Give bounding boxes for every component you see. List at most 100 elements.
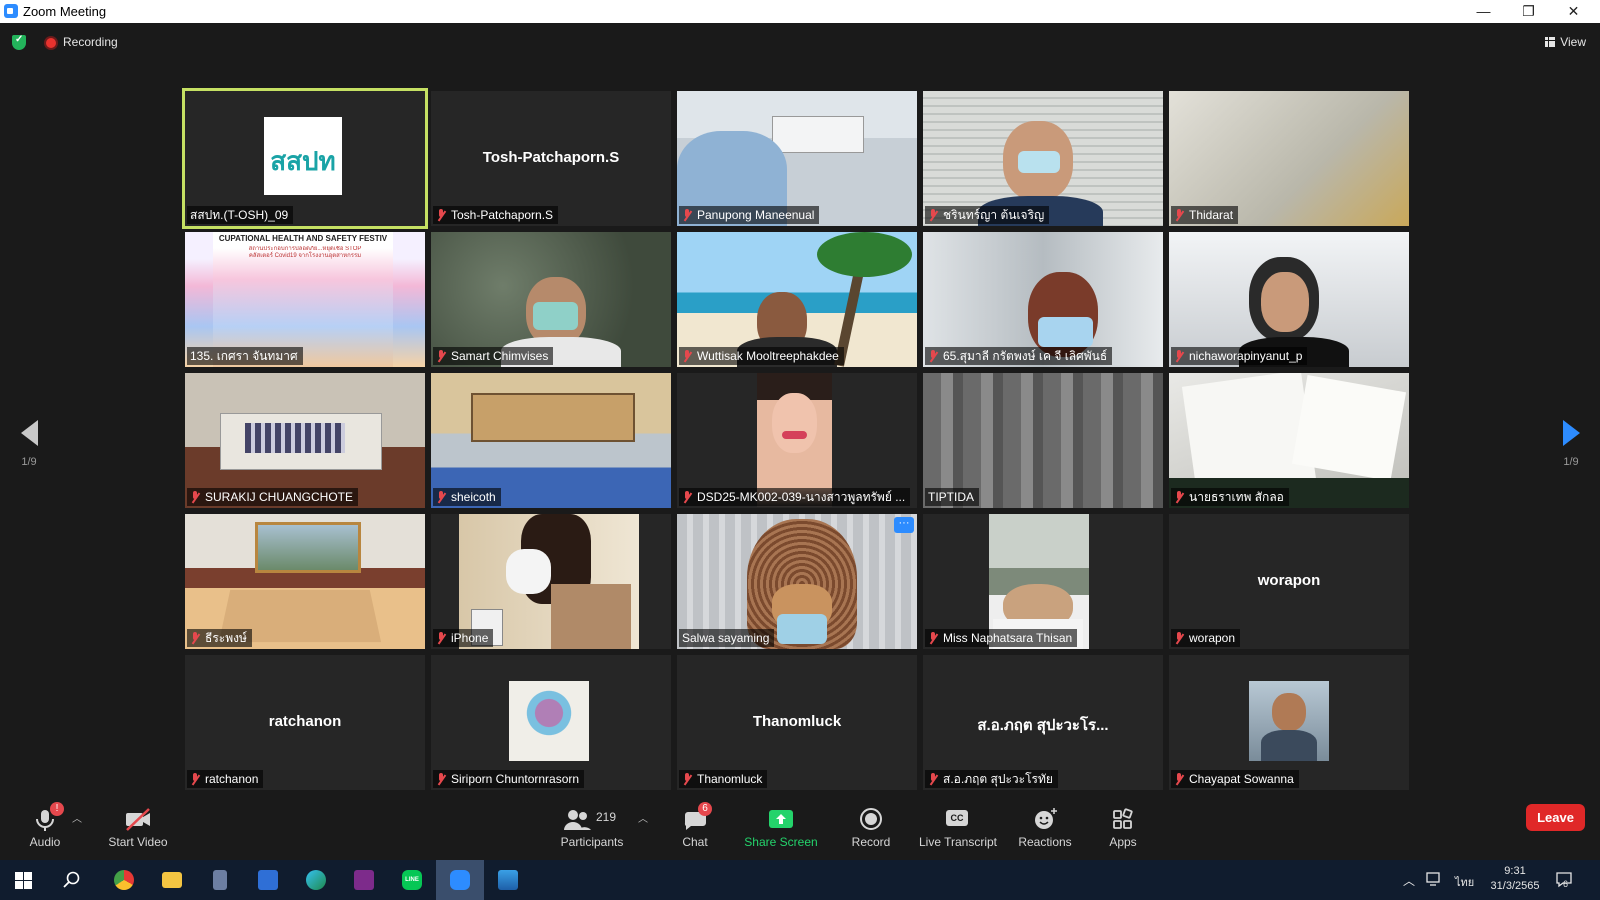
- participant-tile[interactable]: worapon worapon: [1169, 514, 1409, 649]
- edge-icon[interactable]: [292, 860, 340, 900]
- participant-tile[interactable]: Siriporn Chuntornrasorn: [431, 655, 671, 790]
- participant-name-caption: sheicoth: [433, 488, 501, 506]
- participant-tile[interactable]: ··· Salwa sayaming: [677, 514, 917, 649]
- participant-tile[interactable]: ธีระพงษ์: [185, 514, 425, 649]
- participant-name: iPhone: [451, 631, 489, 645]
- input-language[interactable]: ไทย: [1455, 873, 1474, 891]
- photos-app-icon[interactable]: [484, 860, 532, 900]
- participant-display-name: worapon: [1257, 572, 1321, 589]
- participants-count: 219: [596, 810, 617, 824]
- zoom-taskbar-icon[interactable]: [436, 860, 484, 900]
- participant-name-caption: Wuttisak Mooltreephakdee: [679, 347, 844, 365]
- participants-options-chevron-icon[interactable]: ︿: [636, 810, 650, 825]
- network-icon[interactable]: [1426, 871, 1442, 890]
- calculator-icon[interactable]: [196, 860, 244, 900]
- record-button[interactable]: Record: [846, 806, 896, 849]
- participant-tile[interactable]: iPhone: [431, 514, 671, 649]
- participant-tile[interactable]: ชรินทร์ญา ต้นเจริญ: [923, 91, 1163, 226]
- restore-button[interactable]: ❐: [1506, 0, 1551, 23]
- participant-tile[interactable]: สสปทสสปท.(T-OSH)_09: [182, 88, 428, 229]
- participant-tile[interactable]: SURAKIJ CHUANGCHOTE: [185, 373, 425, 508]
- participant-tile[interactable]: นายธราเทพ สักลอ: [1169, 373, 1409, 508]
- video-detail: [1272, 693, 1306, 731]
- search-icon[interactable]: [48, 860, 96, 900]
- next-page-arrow-icon[interactable]: [1562, 420, 1580, 446]
- reactions-button[interactable]: Reactions: [1016, 806, 1074, 849]
- participant-name-caption: สสปท.(T-OSH)_09: [187, 206, 294, 224]
- video-detail: [1261, 272, 1309, 332]
- participant-name-caption: Siriporn Chuntornrasorn: [433, 770, 585, 788]
- pdf-app-icon[interactable]: [340, 860, 388, 900]
- audio-button[interactable]: ! Audio: [22, 802, 68, 849]
- security-shield-icon[interactable]: [12, 34, 26, 50]
- closed-caption-icon: CC: [943, 806, 973, 832]
- participant-tile[interactable]: Tosh-Patchaporn.S Tosh-Patchaporn.S: [431, 91, 671, 226]
- close-button[interactable]: ✕: [1551, 0, 1596, 23]
- participant-tile[interactable]: Wuttisak Mooltreephakdee: [677, 232, 917, 367]
- participant-tile[interactable]: ส.อ.ภฤต สุปะวะโร... ส.อ.ภฤต สุปะวะโรทัย: [923, 655, 1163, 790]
- video-detail: [255, 522, 361, 573]
- participant-tile[interactable]: Miss Naphatsara Thisan: [923, 514, 1163, 649]
- window-title: Zoom Meeting: [23, 4, 107, 19]
- muted-mic-icon: [1174, 773, 1184, 785]
- participant-tile[interactable]: 65.สุมาลี กรัตพงษ์ เค จี เลิศพันธ์: [923, 232, 1163, 367]
- participant-name-caption: ธีระพงษ์: [187, 629, 252, 647]
- participants-button[interactable]: 219 Participants: [554, 806, 630, 849]
- chrome-icon[interactable]: [100, 860, 148, 900]
- notifications-icon[interactable]: 6: [1555, 870, 1575, 893]
- participant-name-caption: worapon: [1171, 629, 1241, 647]
- muted-mic-icon: [928, 773, 938, 785]
- participant-name-caption: ratchanon: [187, 770, 264, 788]
- view-button[interactable]: View: [1545, 35, 1586, 49]
- muted-mic-icon: [928, 632, 938, 644]
- participant-name-caption: Thidarat: [1171, 206, 1239, 224]
- participant-tile[interactable]: ratchanon ratchanon: [185, 655, 425, 790]
- recording-label[interactable]: Recording: [63, 35, 118, 49]
- live-transcript-button[interactable]: CC Live Transcript: [917, 806, 999, 849]
- participant-tile[interactable]: Thanomluck Thanomluck: [677, 655, 917, 790]
- participant-tile[interactable]: sheicoth: [431, 373, 671, 508]
- chat-icon: 6: [680, 802, 712, 832]
- participant-tile[interactable]: TIPTIDA: [923, 373, 1163, 508]
- previous-page-arrow-icon[interactable]: [20, 420, 38, 446]
- next-page-control[interactable]: 1/9: [1556, 420, 1586, 468]
- participant-tile[interactable]: Chayapat Sowanna: [1169, 655, 1409, 790]
- participant-name-caption: Thanomluck: [679, 770, 768, 788]
- system-clock[interactable]: 9:31 31/3/2565: [1490, 865, 1540, 892]
- participant-name-caption: Samart Chimvises: [433, 347, 554, 365]
- participant-tile[interactable]: nichaworapinyanut_p: [1169, 232, 1409, 367]
- previous-page-control[interactable]: 1/9: [14, 420, 44, 468]
- participant-tile[interactable]: DSD25-MK002-039-นางสาวพูลทรัพย์ ...: [677, 373, 917, 508]
- reactions-label: Reactions: [1018, 835, 1072, 849]
- minimize-button[interactable]: —: [1461, 0, 1506, 23]
- participant-tile[interactable]: CUPATIONAL HEALTH AND SAFETY FESTIV สถานป…: [185, 232, 425, 367]
- chat-button[interactable]: 6 Chat: [675, 802, 715, 849]
- notification-count: 6: [1563, 879, 1569, 889]
- video-detail: [506, 549, 551, 594]
- participant-name: Thidarat: [1189, 208, 1234, 222]
- calendar-icon[interactable]: [244, 860, 292, 900]
- video-detail: [1038, 317, 1093, 347]
- meeting-toolbar: ! Audio ︿ Start Video 219 Participants ︿…: [0, 800, 1600, 860]
- tray-chevron-icon[interactable]: ︿: [1403, 872, 1415, 889]
- share-screen-button[interactable]: Share Screen: [744, 806, 818, 849]
- start-video-button[interactable]: Start Video: [103, 806, 173, 849]
- audio-options-chevron-icon[interactable]: ︿: [70, 810, 84, 825]
- line-app-icon[interactable]: LINE: [388, 860, 436, 900]
- logo-image: สสปท: [264, 117, 342, 195]
- participant-name: Chayapat Sowanna: [1189, 772, 1294, 786]
- video-detail: [817, 232, 912, 277]
- share-screen-label: Share Screen: [744, 835, 818, 849]
- apps-button[interactable]: Apps: [1105, 806, 1141, 849]
- more-options-button[interactable]: ···: [894, 517, 914, 533]
- file-explorer-icon[interactable]: [148, 860, 196, 900]
- windows-start-icon[interactable]: [0, 860, 48, 900]
- muted-mic-icon: [190, 491, 200, 503]
- leave-button[interactable]: Leave: [1526, 804, 1585, 831]
- video-detail: [782, 431, 807, 439]
- participant-tile[interactable]: Thidarat: [1169, 91, 1409, 226]
- muted-mic-icon: [682, 773, 692, 785]
- participant-name-caption: TIPTIDA: [925, 488, 980, 506]
- participant-tile[interactable]: Samart Chimvises: [431, 232, 671, 367]
- participant-tile[interactable]: Panupong Maneenual: [677, 91, 917, 226]
